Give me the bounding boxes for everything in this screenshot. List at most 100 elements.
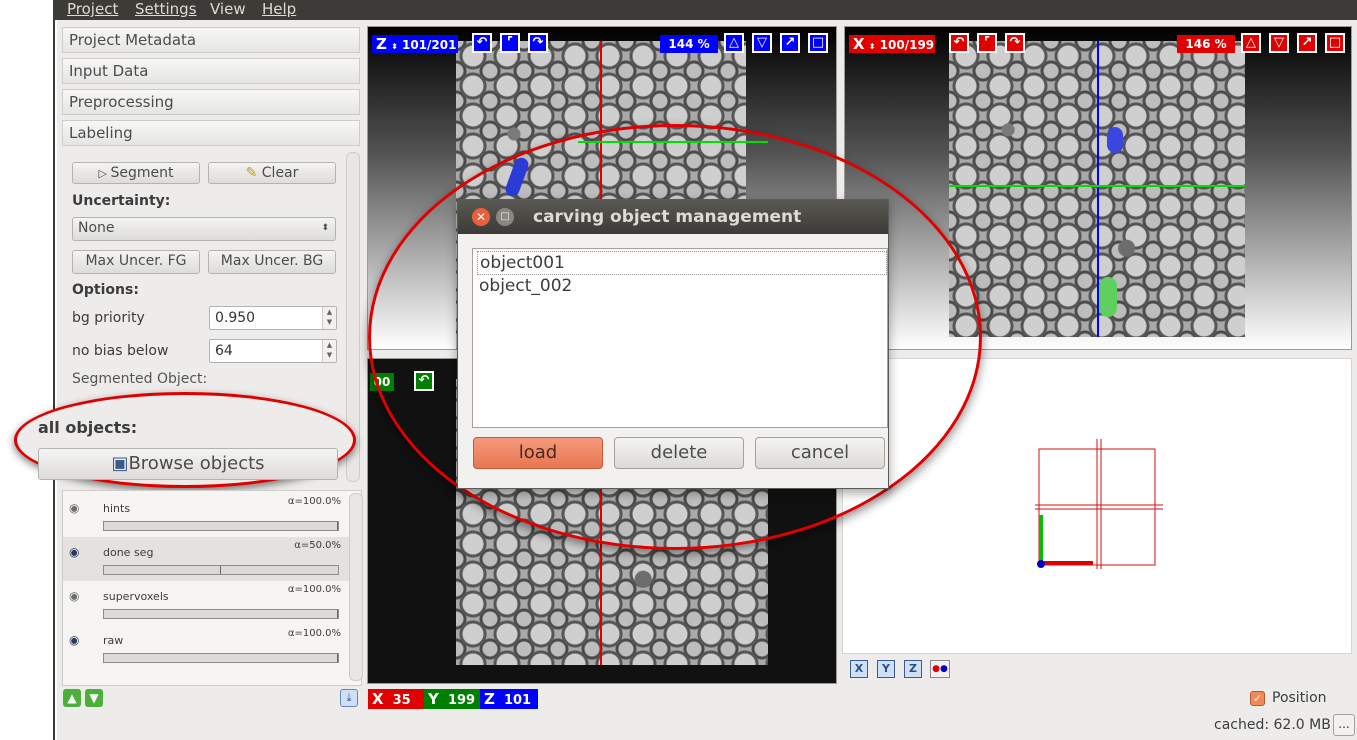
uncertainty-select[interactable]: None ⬍ <box>72 217 336 241</box>
list-item[interactable]: object001 <box>477 251 887 275</box>
maximize-icon[interactable]: ↗ <box>1297 33 1317 53</box>
no-bias-label: no bias below <box>72 343 169 359</box>
menu-help[interactable]: Help <box>262 0 296 20</box>
arrow-up-icon: ▲ <box>67 691 77 705</box>
options-label: Options: <box>72 282 139 298</box>
layer-scrollbar[interactable] <box>349 493 363 681</box>
clear-button[interactable]: ✎ Clear <box>208 162 336 184</box>
position-z-value: 101 <box>503 693 532 708</box>
menu-settings[interactable]: Settings <box>135 0 197 20</box>
max-uncer-bg-button[interactable]: Max Uncer. BG <box>208 250 336 274</box>
position-y-label: Y <box>428 690 439 708</box>
square-icon[interactable]: □ <box>1325 33 1345 53</box>
z-slice-indicator[interactable]: Z ⬍ 101/201 <box>372 35 458 53</box>
anaglyph-glasses-icon[interactable]: ●● <box>930 660 950 678</box>
bg-priority-spinbox[interactable]: 0.950 ▲ ▼ <box>209 306 337 330</box>
position-z: Z 101 <box>480 689 538 709</box>
segmented-object-label: Segmented Object: <box>72 371 208 387</box>
square-icon[interactable]: □ <box>808 33 828 53</box>
eye-icon[interactable]: ◉ <box>69 590 85 602</box>
slice-number: 101/201 <box>401 38 457 52</box>
carving-object-dialog: ✕ □ carving object management object001 … <box>457 199 889 489</box>
axis-label: Z <box>376 35 387 53</box>
check-icon: ✓ <box>1252 692 1263 705</box>
slice-down-icon[interactable]: ▽ <box>752 33 772 53</box>
position-x-label: X <box>372 690 384 708</box>
zoom-indicator: 144 % <box>660 35 718 53</box>
bg-priority-value: 0.950 <box>215 310 256 326</box>
layer-name: raw <box>103 634 124 647</box>
slice-down-icon[interactable]: ▽ <box>1269 33 1289 53</box>
load-button[interactable]: load <box>473 437 603 469</box>
rotate-left-icon[interactable]: ↶ <box>472 33 492 53</box>
crosshair-horizontal <box>949 185 1245 187</box>
layer-row[interactable]: ◉ raw α=100.0% <box>63 625 349 669</box>
uncertainty-value: None <box>78 220 115 236</box>
eye-icon[interactable]: ◉ <box>69 502 85 514</box>
layer-up-button[interactable]: ▲ <box>63 689 81 707</box>
list-item[interactable]: object_002 <box>477 275 887 299</box>
opacity-fill <box>104 522 338 530</box>
position-y: Y 199 <box>424 689 480 709</box>
layer-list: ◉ hints α=100.0% ◉ done seg α=50.0% ◉ su… <box>62 490 363 686</box>
slice-up-icon[interactable]: △ <box>1241 33 1261 53</box>
layer-down-button[interactable]: ▼ <box>85 689 103 707</box>
menu-view[interactable]: View <box>210 0 246 20</box>
rotate-right-icon[interactable]: ↷ <box>528 33 548 53</box>
layer-alpha: α=50.0% <box>294 540 341 551</box>
floppy-icon: ▣ <box>111 453 129 474</box>
browse-objects-label: Browse objects <box>128 453 265 474</box>
applet-labeling[interactable]: Labeling <box>62 120 360 146</box>
position-y-value: 199 <box>447 693 476 708</box>
view3d-y-button[interactable]: Y <box>877 660 895 678</box>
applet-preprocessing[interactable]: Preprocessing <box>62 89 360 115</box>
layer-name: supervoxels <box>103 590 169 603</box>
arrow-down-icon: ▼ <box>89 691 99 705</box>
opacity-slider[interactable] <box>103 609 339 619</box>
applet-project-metadata[interactable]: Project Metadata <box>62 27 360 53</box>
delete-button[interactable]: delete <box>614 437 744 469</box>
view3d-z-button[interactable]: Z <box>904 660 922 678</box>
layer-alpha: α=100.0% <box>287 628 341 639</box>
close-icon[interactable]: ✕ <box>472 208 490 226</box>
opacity-slider[interactable] <box>103 565 339 575</box>
zoom-indicator: 146 % <box>1177 35 1235 53</box>
eye-icon[interactable]: ◉ <box>69 546 85 558</box>
menu-project[interactable]: Project <box>67 0 118 20</box>
view3d-x-button[interactable]: X <box>850 660 868 678</box>
opacity-slider[interactable] <box>103 653 339 663</box>
layer-row[interactable]: ◉ supervoxels α=100.0% <box>63 581 349 625</box>
max-uncer-fg-button[interactable]: Max Uncer. FG <box>72 250 200 274</box>
opacity-slider[interactable] <box>103 521 339 531</box>
browse-objects-button[interactable]: ▣Browse objects <box>38 448 338 480</box>
green-label-blob <box>1099 277 1117 317</box>
layer-row[interactable]: ◉ done seg α=50.0% <box>63 537 349 581</box>
opacity-fill <box>104 566 221 574</box>
dialog-title: carving object management <box>533 207 802 227</box>
swap-axes-icon[interactable]: ⌜ <box>977 33 997 53</box>
position-label: Position <box>1272 690 1327 706</box>
maximize-icon[interactable]: ↗ <box>780 33 800 53</box>
slice-up-icon[interactable]: △ <box>724 33 744 53</box>
spin-arrows-icon[interactable]: ▲ ▼ <box>322 340 336 362</box>
rotate-left-icon[interactable]: ↶ <box>949 33 969 53</box>
rotate-right-icon[interactable]: ↷ <box>1005 33 1025 53</box>
layer-row[interactable]: ◉ hints α=100.0% <box>63 493 349 537</box>
layer-export-button[interactable]: ⤓ <box>340 689 358 707</box>
eye-icon[interactable]: ◉ <box>69 634 85 646</box>
cancel-button[interactable]: cancel <box>755 437 885 469</box>
bg-priority-label: bg priority <box>72 310 145 326</box>
segment-button[interactable]: ▷ Segment <box>72 162 200 184</box>
cache-more-button[interactable]: ... <box>1333 714 1355 736</box>
object-list[interactable]: object001 object_002 <box>472 248 888 428</box>
minimize-icon[interactable]: □ <box>496 208 514 226</box>
cache-status: cached: 62.0 MB <box>1214 717 1331 733</box>
position-checkbox[interactable]: ✓ <box>1250 691 1265 706</box>
swap-axes-icon[interactable]: ⌜ <box>500 33 520 53</box>
x-slice-indicator[interactable]: X ⬍ 100/199 <box>849 35 935 53</box>
applet-input-data[interactable]: Input Data <box>62 58 360 84</box>
spin-arrows-icon[interactable]: ▲ ▼ <box>322 307 336 329</box>
no-bias-spinbox[interactable]: 64 ▲ ▼ <box>209 339 337 363</box>
export-icon: ⤓ <box>346 691 352 704</box>
slice-number: 100/199 <box>879 38 935 52</box>
